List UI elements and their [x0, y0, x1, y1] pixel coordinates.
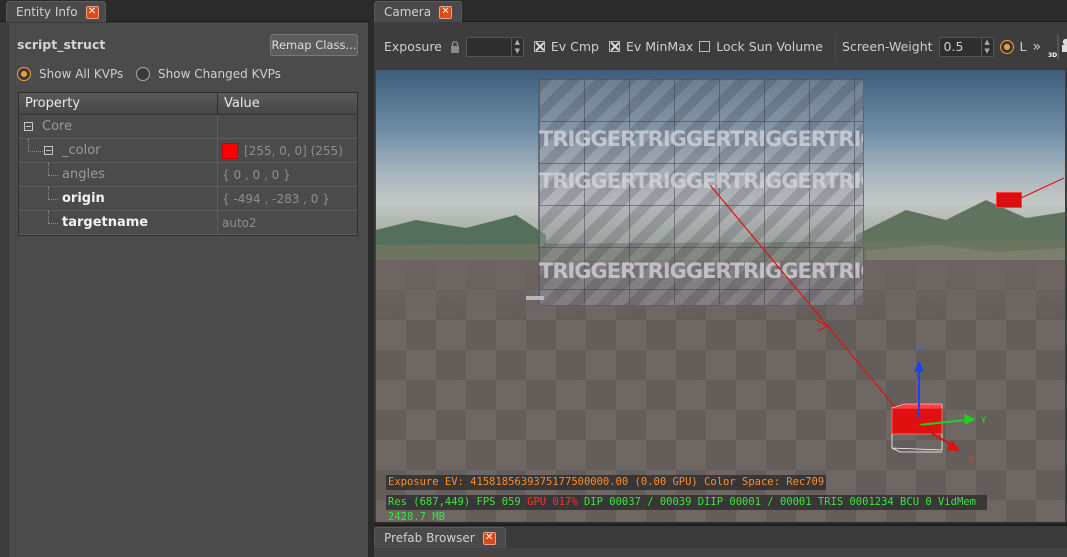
collapse-icon[interactable] [44, 146, 53, 155]
property-grid-header: Property Value [19, 93, 357, 115]
radio-show-all-label: Show All KVPs [39, 67, 124, 81]
property-cell: Core [19, 115, 218, 138]
prefab-browser-body [374, 548, 1067, 557]
spin-arrows-icon[interactable]: ▲ ▼ [510, 37, 523, 56]
exposure-control: Exposure ▲ ▼ [384, 36, 524, 57]
property-name: targetname [62, 215, 149, 230]
value-cell[interactable]: { 0 , 0 , 0 } [218, 163, 357, 186]
lock-sun-volume-label: Lock Sun Volume [716, 39, 824, 54]
gizmo-y-label: Y [980, 416, 987, 426]
camera-panel: Camera ✕ Exposure ▲ ▼ Ev Cmp Ev MinMax Lo… [374, 0, 1067, 522]
prefab-browser-panel: Prefab Browser ✕ [374, 524, 1067, 557]
property-cell: _color [19, 139, 218, 162]
tree-connector [48, 223, 58, 224]
screen-weight-value: 0.5 [943, 38, 964, 54]
table-row[interactable]: _color [255, 0, 0] (255) [19, 139, 357, 163]
gizmo-x-label: X [968, 455, 974, 465]
color-swatch[interactable] [222, 142, 238, 159]
ev-minmax-checkbox[interactable]: Ev MinMax [608, 39, 694, 54]
transform-gizmo[interactable]: Z Y X [376, 70, 1065, 522]
gizmo-z-label: Z [916, 345, 922, 355]
ev-minmax-label: Ev MinMax [625, 39, 694, 54]
tab-camera-label: Camera [384, 5, 432, 19]
column-header-value[interactable]: Value [218, 93, 260, 114]
camera-toolbar: Exposure ▲ ▼ Ev Cmp Ev MinMax Lock Sun Vo… [374, 24, 1067, 69]
tree-connector [28, 139, 29, 151]
l-label: L [1019, 39, 1027, 54]
table-row[interactable]: targetname auto2 [19, 211, 357, 235]
property-cell: origin [19, 187, 218, 210]
checkbox-unchecked-icon[interactable] [699, 41, 711, 52]
screen-weight-label: Screen-Weight [842, 39, 933, 54]
tree-connector [48, 199, 58, 200]
close-icon[interactable]: ✕ [482, 531, 496, 545]
radio-unselected-icon[interactable] [136, 67, 150, 81]
radio-show-all-kvps[interactable]: Show All KVPs [17, 67, 123, 81]
close-icon[interactable]: ✕ [85, 5, 99, 19]
table-row[interactable]: angles { 0 , 0 , 0 } [19, 163, 357, 187]
radio-show-changed-label: Show Changed KVPs [158, 67, 281, 81]
screen-weight-control: Screen-Weight 0.5 ▲ ▼ [842, 36, 994, 57]
lock-sun-volume-checkbox[interactable]: Lock Sun Volume [699, 39, 823, 54]
render-stats: Res (687,449) FPS 059 GPU 017% DIP 00037… [386, 495, 987, 522]
view-mode-button[interactable]: 3D [1048, 33, 1067, 60]
close-icon[interactable]: ✕ [439, 5, 453, 19]
property-name: Core [42, 119, 73, 134]
property-name: origin [62, 191, 105, 206]
overflow-chevron-icon[interactable]: » [1033, 39, 1042, 55]
render-stats-gpu: GPU 017% [527, 496, 578, 508]
table-row[interactable]: Core [19, 115, 357, 139]
column-header-property[interactable]: Property [19, 93, 218, 114]
view-mode-badge: 3D [1047, 51, 1058, 59]
tree-connector [48, 211, 49, 223]
checkbox-checked-icon[interactable] [608, 41, 620, 52]
struct-name: script_struct [17, 37, 106, 52]
camera-icon [1062, 38, 1067, 52]
property-cell: angles [19, 163, 218, 186]
property-cell: targetname [19, 211, 218, 234]
property-name: angles [62, 167, 105, 182]
radio-selected-icon[interactable] [17, 67, 31, 81]
value-cell[interactable]: [255, 0, 0] (255) [218, 139, 357, 162]
remap-class-button[interactable]: Remap Class... [270, 34, 358, 56]
tab-prefab-browser[interactable]: Prefab Browser ✕ [374, 527, 506, 548]
entity-info-tabbar: Entity Info ✕ [0, 0, 368, 22]
lock-icon[interactable] [450, 40, 460, 53]
toolbar-separator [835, 33, 837, 60]
radio-show-changed-kvps[interactable]: Show Changed KVPs [136, 67, 281, 81]
camera-tabbar: Camera ✕ [374, 0, 1067, 22]
l-toggle[interactable]: L [999, 39, 1027, 54]
exposure-label: Exposure [384, 39, 442, 54]
ev-cmp-checkbox[interactable]: Ev Cmp [533, 39, 599, 54]
entity-info-body: script_struct Remap Class... Show All KV… [8, 23, 368, 557]
entity-info-panel: Entity Info ✕ script_struct Remap Class.… [0, 0, 368, 557]
tab-prefab-browser-label: Prefab Browser [384, 531, 475, 545]
3d-viewport[interactable]: TRIGGERTRIGGERTRIGGERTRIGGERTRIG TRIGGER… [376, 70, 1065, 522]
collapse-icon[interactable] [24, 122, 33, 131]
render-stats-res-fps: Res (687,449) FPS 059 [388, 496, 528, 508]
checkbox-checked-icon[interactable] [533, 41, 545, 52]
value-cell[interactable]: auto2 [218, 211, 357, 234]
radio-selected-icon[interactable] [999, 39, 1014, 54]
tree-connector [48, 163, 49, 175]
color-value: [255, 0, 0] (255) [244, 143, 343, 158]
property-grid: Property Value Core _color [255, 0, 0] (… [18, 92, 358, 236]
spin-arrows-icon[interactable]: ▲ ▼ [980, 37, 993, 56]
tab-camera[interactable]: Camera ✕ [374, 1, 462, 22]
tab-entity-info[interactable]: Entity Info ✕ [6, 1, 106, 22]
exposure-input[interactable]: ▲ ▼ [465, 36, 524, 57]
tree-connector [28, 151, 43, 152]
tab-entity-info-label: Entity Info [16, 5, 78, 19]
tree-connector [48, 187, 49, 199]
screen-weight-input[interactable]: 0.5 ▲ ▼ [938, 36, 994, 57]
table-row[interactable]: origin { -494 , -283 , 0 } [19, 187, 357, 211]
tree-connector [48, 175, 58, 176]
property-name: _color [62, 143, 101, 158]
exposure-readout: Exposure EV: 4158185639375177500000.00 (… [386, 475, 827, 490]
value-cell[interactable]: { -494 , -283 , 0 } [218, 187, 357, 210]
value-cell [218, 115, 357, 138]
ev-cmp-label: Ev Cmp [550, 39, 599, 54]
